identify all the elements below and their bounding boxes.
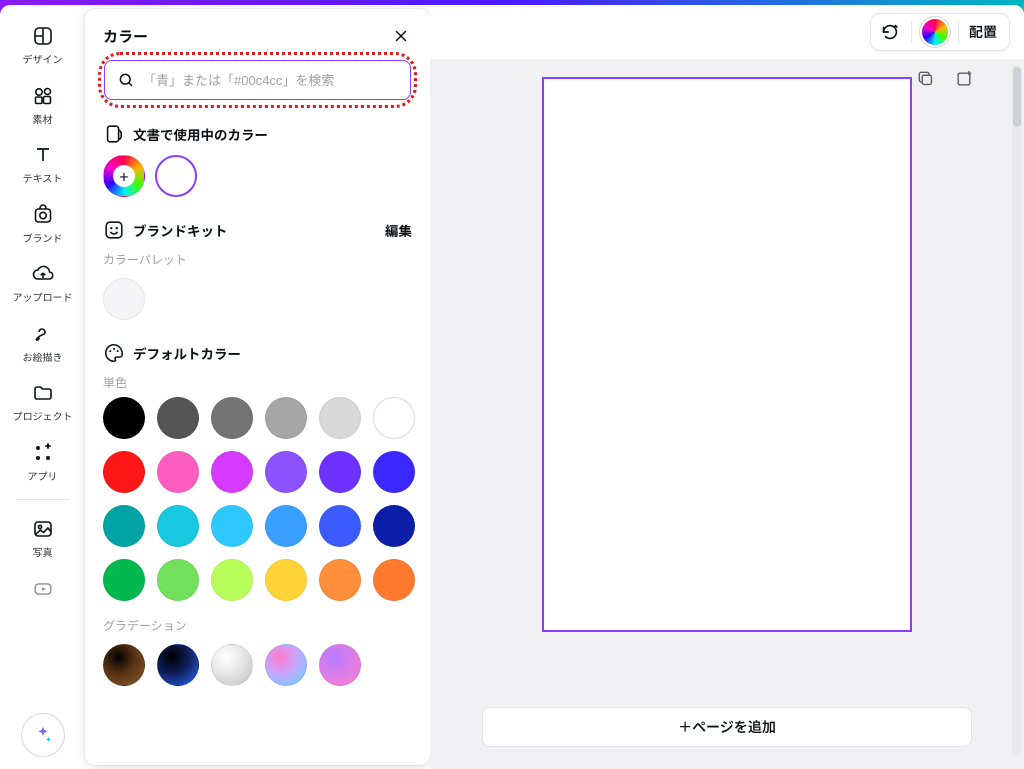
solid-swatch[interactable]: [211, 505, 253, 547]
doc-colors-label: 文書で使用中のカラー: [133, 124, 268, 144]
context-toolbar: 配置: [430, 5, 1024, 59]
ai-magic-button[interactable]: [21, 713, 65, 757]
brandkit-sub: カラーパレット: [103, 251, 412, 268]
design-page[interactable]: [542, 77, 912, 632]
solid-swatch[interactable]: [373, 559, 415, 601]
solid-swatch[interactable]: [211, 451, 253, 493]
shapes-icon: [30, 83, 56, 109]
selected-color-swatch[interactable]: [155, 155, 197, 197]
left-rail: デザイン 素材 テキスト ブランド: [0, 5, 85, 769]
rail-item-text[interactable]: テキスト: [8, 136, 78, 192]
rail-item-youtube[interactable]: [8, 570, 78, 602]
rail-item-elements[interactable]: 素材: [8, 77, 78, 133]
doc-colors-section: 文書で使用中のカラー: [103, 123, 412, 197]
solid-swatch[interactable]: [211, 559, 253, 601]
solid-swatch[interactable]: [319, 559, 361, 601]
gradient-swatch[interactable]: [211, 644, 253, 686]
rail-label: 素材: [33, 113, 53, 125]
brandkit-edit-link[interactable]: 編集: [385, 220, 412, 240]
add-page-button[interactable]: ＋ページを追加: [482, 707, 972, 747]
rail-item-uploads[interactable]: アップロード: [8, 255, 78, 311]
color-search-input[interactable]: [143, 73, 398, 88]
solid-swatch[interactable]: [319, 397, 361, 439]
close-button[interactable]: [390, 25, 412, 47]
fill-color-button[interactable]: [922, 19, 948, 45]
color-panel: カラー 文書で使用中のカラー: [85, 9, 430, 765]
gradient-row: [103, 644, 412, 686]
solid-swatch[interactable]: [265, 451, 307, 493]
add-color-swatch[interactable]: [103, 155, 145, 197]
gradient-swatch[interactable]: [157, 644, 199, 686]
solid-swatch[interactable]: [319, 505, 361, 547]
rail-label: アプリ: [28, 470, 58, 482]
toolbar-pill: 配置: [870, 13, 1010, 51]
rail-item-draw[interactable]: お絵描き: [8, 315, 78, 371]
toolbar-separator: [911, 21, 912, 43]
image-icon: [30, 516, 56, 542]
solid-swatch[interactable]: [103, 505, 145, 547]
solid-swatch[interactable]: [157, 505, 199, 547]
solid-swatch[interactable]: [265, 559, 307, 601]
solid-swatch[interactable]: [319, 451, 361, 493]
solid-swatch[interactable]: [373, 397, 415, 439]
solid-color-grid: [103, 397, 412, 601]
rail-label: プロジェクト: [13, 410, 73, 422]
solid-swatch[interactable]: [265, 397, 307, 439]
color-search-wrapper: [103, 59, 412, 101]
rail-separator: [16, 499, 70, 500]
brand-color-placeholder[interactable]: [103, 278, 145, 320]
text-icon: [30, 142, 56, 168]
solid-swatch[interactable]: [373, 451, 415, 493]
search-icon: [117, 71, 135, 89]
youtube-icon: [30, 576, 56, 602]
brandkit-section: ブランドキット 編集 カラーパレット: [103, 219, 412, 320]
gradient-swatch[interactable]: [103, 644, 145, 686]
rail-label: ブランド: [23, 232, 63, 244]
cloud-upload-icon: [30, 261, 56, 287]
solid-swatch[interactable]: [265, 505, 307, 547]
template-icon: [30, 23, 56, 49]
brand-icon: [30, 202, 56, 228]
gradient-swatch[interactable]: [265, 644, 307, 686]
canvas-area: 配置 ＋ページを追加: [430, 5, 1024, 769]
rail-label: デザイン: [23, 53, 63, 65]
arrange-button[interactable]: 配置: [969, 22, 997, 42]
default-colors-section: デフォルトカラー 単色 グラデーション: [103, 342, 412, 686]
brandkit-label: ブランドキット: [133, 220, 228, 240]
rail-label: アップロード: [13, 291, 73, 303]
vertical-scrollbar[interactable]: [1012, 65, 1022, 757]
rail-item-projects[interactable]: プロジェクト: [8, 374, 78, 430]
solid-swatch[interactable]: [157, 559, 199, 601]
solid-sub: 単色: [103, 374, 412, 391]
solid-swatch[interactable]: [103, 451, 145, 493]
rail-label: 写真: [33, 546, 53, 558]
folder-icon: [30, 380, 56, 406]
rail-item-photos[interactable]: 写真: [8, 510, 78, 566]
rail-item-apps[interactable]: アプリ: [8, 434, 78, 490]
brandkit-icon: [103, 219, 125, 241]
undo-redo-icon[interactable]: [879, 21, 901, 43]
rail-item-design[interactable]: デザイン: [8, 17, 78, 73]
color-search[interactable]: [104, 60, 411, 100]
solid-swatch[interactable]: [373, 505, 415, 547]
rail-item-brand[interactable]: ブランド: [8, 196, 78, 252]
solid-swatch[interactable]: [103, 559, 145, 601]
toolbar-separator: [958, 21, 959, 43]
palette-icon: [103, 342, 125, 364]
apps-icon: [30, 440, 56, 466]
add-page-label: ＋ページを追加: [678, 717, 776, 737]
solid-swatch[interactable]: [157, 451, 199, 493]
default-colors-label: デフォルトカラー: [133, 343, 241, 363]
rail-label: テキスト: [23, 172, 63, 184]
rail-label: お絵描き: [23, 351, 63, 363]
palette-doc-icon: [103, 123, 125, 145]
gradient-swatch[interactable]: [319, 644, 361, 686]
solid-swatch[interactable]: [157, 397, 199, 439]
draw-icon: [30, 321, 56, 347]
gradient-sub: グラデーション: [103, 617, 412, 634]
panel-title: カラー: [103, 26, 148, 47]
solid-swatch[interactable]: [103, 397, 145, 439]
solid-swatch[interactable]: [211, 397, 253, 439]
